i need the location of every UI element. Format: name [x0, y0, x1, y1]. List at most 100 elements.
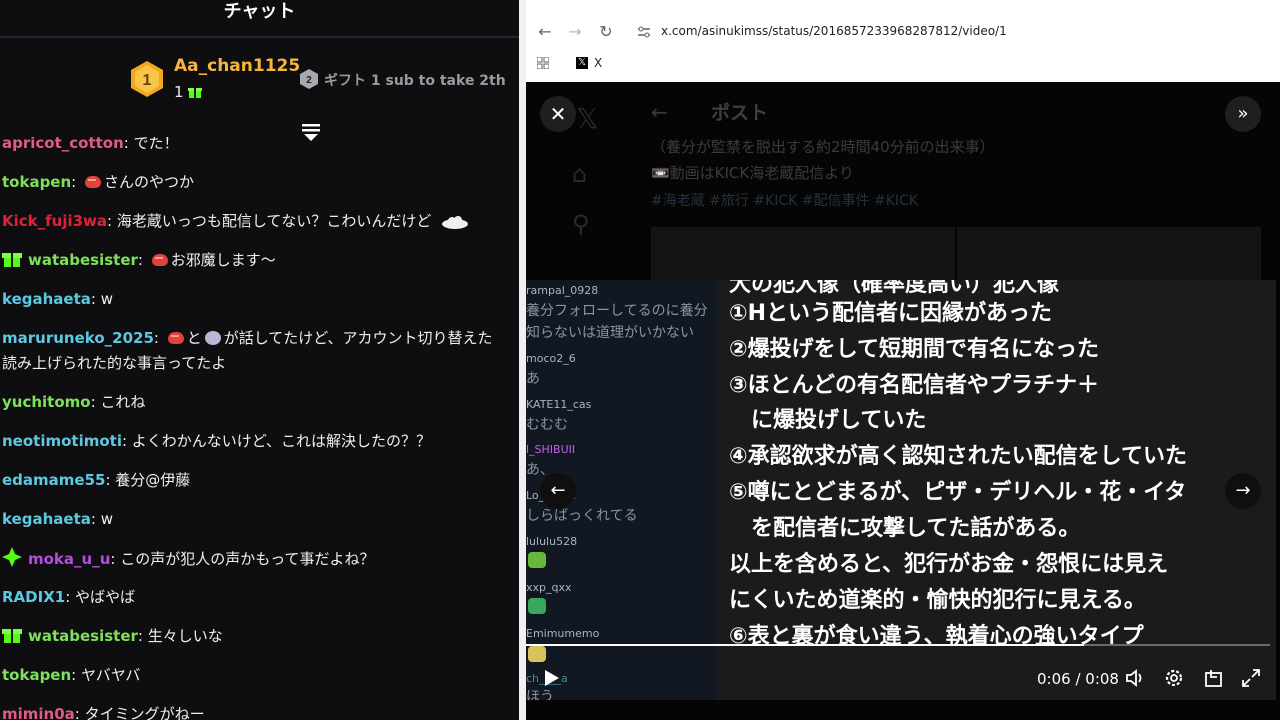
chat-username[interactable]: tokapen: [2, 666, 71, 684]
play-icon[interactable]: [540, 667, 562, 689]
slide-text-line: ⑤噂にとどまるが、ピザ・デリヘル・花・イタ: [729, 480, 1187, 505]
chat-message: watabesister: 生々しいな: [2, 625, 517, 647]
video-chat-text: しらばっくれてる: [526, 508, 638, 524]
video-chat-text: 知らないは道理がいかない: [526, 325, 694, 341]
chat-username[interactable]: kegahaeta: [2, 510, 91, 528]
video-chat-text: あ: [526, 371, 540, 387]
search-icon: ⚲: [572, 210, 590, 238]
fullscreen-icon[interactable]: [1240, 667, 1262, 689]
video-chat-user: lululu528: [526, 535, 578, 548]
chat-username[interactable]: maruruneko_2025: [2, 329, 154, 347]
chat-text: w: [100, 290, 113, 308]
reload-icon[interactable]: ↻: [597, 23, 615, 41]
video-chat-user: moco2_6: [526, 352, 576, 365]
forward-arrow-icon[interactable]: →: [566, 23, 584, 41]
x-logo-icon[interactable]: 𝕏: [576, 57, 588, 69]
chat-header: チャット: [0, 0, 519, 38]
chat-text: この声が犯人の声かもって事だよね？: [120, 550, 375, 568]
chat-message: watabesister: お邪魔します〜: [2, 249, 517, 271]
chat-text: よくわかんないけど、これは解決したの？？: [131, 432, 432, 450]
home-icon: ⌂: [572, 160, 588, 188]
chat-username[interactable]: watabesister: [28, 251, 138, 269]
slide-text-line: に爆投げしていた: [729, 408, 927, 433]
chat-text: やばやば: [75, 588, 136, 606]
back-arrow-icon[interactable]: ←: [536, 23, 554, 41]
gift-badge-icon: [2, 253, 22, 267]
svg-text:2: 2: [306, 75, 312, 86]
chat-text: でた！: [133, 137, 179, 152]
chat-username[interactable]: neotimotimoti: [2, 432, 122, 450]
chat-panel: チャット 1 Aa_chan1125 1 2 ギフト 1 sub to take…: [0, 0, 519, 720]
site-info-icon[interactable]: [637, 25, 651, 39]
media-thumbnail: [957, 227, 1261, 287]
bookmark-x[interactable]: X: [594, 56, 602, 70]
gift-badge-icon: [2, 629, 22, 643]
slide-text-line: ③ほとんどの有名配信者やプラチナ＋: [729, 373, 1099, 398]
silver-medal-icon: 2: [300, 69, 318, 89]
browser-toolbar: [526, 0, 1280, 82]
star-badge-icon: [2, 547, 22, 567]
x-logo-icon: 𝕏: [576, 102, 599, 135]
chat-username[interactable]: watabesister: [28, 627, 138, 645]
chat-message: neotimotimoti: よくわかんないけど、これは解決したの？？: [2, 432, 432, 450]
chat-text: 海老蔵いっつも配信してない？こわいんだけど: [116, 212, 432, 230]
video-chat-user: rampal_0928: [526, 284, 599, 297]
chat-message: maruruneko_2025: とが話してたけど、アカウント切り替えた: [2, 329, 493, 347]
cat-emote-icon: [204, 331, 221, 345]
chat-message: tokapen: さんのやつか: [2, 173, 195, 191]
chat-message: kegahaeta: w: [2, 290, 113, 308]
chat-username[interactable]: mimin0a: [2, 705, 75, 720]
post-heading: ポスト: [711, 102, 769, 124]
apps-grid-icon[interactable]: [537, 57, 549, 69]
chat-message: yuchitomo: これね: [2, 393, 146, 411]
top-gifter-name[interactable]: Aa_chan1125: [174, 56, 300, 76]
chat-message: mimin0a: タイミングがねー: [2, 703, 517, 720]
chat-text: ヤバヤバ: [81, 666, 141, 684]
chat-message: RADIX1: やばやば: [2, 588, 136, 606]
slide-text-line: を配信者に攻撃してた話がある。: [729, 516, 1081, 541]
chat-title: チャット: [223, 1, 296, 22]
close-icon[interactable]: ✕: [540, 96, 576, 132]
chat-username[interactable]: edamame55: [2, 471, 105, 489]
picture-in-picture-icon[interactable]: [1203, 667, 1225, 689]
chat-text: が話してたけど、アカウント切り替えた: [223, 329, 493, 347]
chat-text: これね: [100, 393, 146, 411]
chat-text: お邪魔します〜: [170, 251, 276, 269]
previous-arrow-icon[interactable]: ←: [540, 473, 576, 509]
chat-text: w: [100, 510, 113, 528]
chat-message: apricot_cotton: でた！: [2, 137, 517, 154]
chat-message: edamame55: 養分@伊藤: [2, 471, 191, 489]
chat-message: moka_u_u: この声が犯人の声かもって事だよね？: [2, 547, 517, 570]
post-hashtags: #海老蔵 #旅行 #KICK #配信事件 #KICK: [651, 193, 918, 209]
gold-medal-icon: 1: [131, 61, 163, 97]
chat-text: 読み上げられた的な事言ってたよ: [2, 354, 227, 372]
slide-text-line: ②爆投げをして短期間で有名になった: [729, 337, 1099, 362]
chat-username[interactable]: Kick_fuji3wa: [2, 212, 107, 230]
expand-side-panel-icon[interactable]: »: [1225, 96, 1261, 132]
cloud-emote-icon: [442, 216, 469, 229]
chat-message: kegahaeta: w: [2, 510, 113, 528]
chat-username[interactable]: RADIX1: [2, 588, 65, 606]
chat-username[interactable]: yuchitomo: [2, 393, 91, 411]
gift-icon: [188, 88, 202, 98]
chat-username[interactable]: tokapen: [2, 173, 71, 191]
chat-text: タイミングがねー: [84, 705, 205, 720]
chat-username[interactable]: moka_u_u: [28, 550, 110, 568]
slide-text-line: にくいため道楽的・愉快的犯行に見える。: [729, 588, 1146, 613]
address-bar[interactable]: x.com/asinukimss/status/2016857233968287…: [661, 24, 1007, 38]
video-player[interactable]: rampal_0928 養分フォローしてるのに養分 知らないは道理がいかない m…: [526, 280, 1276, 700]
video-slide: 大の犯人像（確率度高い）犯人像 ①Hという配信者に因縁があった ②爆投げをして短…: [717, 280, 1276, 700]
chat-message-list: apricot_cotton: でた！ tokapen: さんのやつか Kick…: [0, 137, 519, 720]
chat-message: tokapen: ヤバヤバ: [2, 666, 141, 684]
chat-username[interactable]: apricot_cotton: [2, 137, 124, 152]
svg-text:1: 1: [143, 72, 152, 89]
post-text-line: （養分が監禁を脱出する約2時間40分前の出来事）: [651, 138, 995, 156]
next-arrow-icon[interactable]: →: [1225, 473, 1261, 509]
shrimp-emote-icon: [85, 176, 101, 188]
settings-gear-icon[interactable]: [1163, 667, 1185, 689]
chat-text: さんのやつか: [104, 173, 195, 191]
gift-sub-button[interactable]: ギフト 1 sub to take 2th: [324, 70, 506, 90]
volume-icon[interactable]: [1124, 667, 1146, 689]
window-divider: [519, 0, 526, 720]
chat-username[interactable]: kegahaeta: [2, 290, 91, 308]
